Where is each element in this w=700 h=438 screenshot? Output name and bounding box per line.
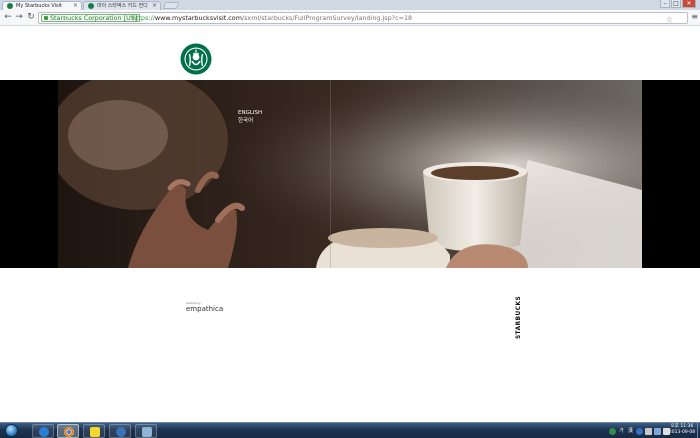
window-controls: – □ ✕ (660, 0, 696, 8)
browser-menu-icon[interactable]: ≡ (691, 12, 698, 21)
taskbar-chrome[interactable] (57, 424, 79, 438)
system-tray: 가 漢 (609, 424, 670, 438)
hero-banner: ENGLISH 한국어 (0, 80, 700, 268)
taskbar-internet-explorer[interactable] (32, 424, 54, 438)
page-content: ENGLISH 한국어 STARBUCKS powered by empathi… (0, 26, 700, 422)
bookmark-star-icon[interactable]: ☆ (666, 15, 673, 23)
forward-button[interactable]: → (14, 12, 24, 23)
tab-title: My Starbucks Visit (16, 3, 62, 9)
url-path: /sxml/starbucks/FullProgramSurvey/landin… (241, 14, 413, 22)
chrome-icon (64, 427, 74, 437)
ime-lang-indicator[interactable]: 가 (618, 428, 625, 435)
address-bar[interactable]: Starbucks Corporation [US] https://www.m… (38, 12, 688, 24)
help-icon[interactable] (636, 427, 643, 435)
settings-icon[interactable] (645, 427, 652, 435)
maximize-button[interactable]: □ (671, 0, 681, 8)
tab-title: 마이 스타벅스 키드 컨디 (97, 3, 148, 9)
close-tab-icon[interactable]: × (73, 2, 78, 10)
starbucks-wordmark: STARBUCKS (516, 283, 524, 339)
ev-certificate-badge[interactable]: Starbucks Corporation [US] (41, 14, 141, 22)
starbucks-favicon-icon (88, 3, 94, 9)
close-window-button[interactable]: ✕ (682, 0, 696, 8)
close-tab-icon[interactable]: × (152, 2, 157, 10)
new-tab-button[interactable] (162, 2, 180, 9)
reload-button[interactable]: ↻ (26, 12, 36, 23)
clock-date: 2013-09-08 (668, 430, 696, 435)
taskbar-kakaotalk[interactable] (83, 424, 105, 438)
ime-hanja-indicator[interactable]: 漢 (627, 428, 634, 435)
browser-toolbar: ← → ↻ Starbucks Corporation [US] https:/… (0, 10, 700, 26)
taskbar-media-player[interactable] (109, 424, 131, 438)
starbucks-logo (180, 43, 212, 75)
lock-icon (44, 16, 48, 20)
url-scheme: https:// (132, 14, 155, 22)
internet-explorer-icon (39, 427, 49, 437)
language-korean-link[interactable]: 한국어 (238, 117, 262, 125)
kakaotalk-icon (90, 427, 100, 437)
explorer-icon (142, 427, 152, 437)
minimize-button[interactable]: – (660, 0, 670, 8)
empathica-brand: empathica (186, 305, 224, 313)
tab-strip: My Starbucks Visit × 마이 스타벅스 키드 컨디 × – □… (0, 0, 700, 10)
taskbar-clock[interactable]: 오후 11:36 2013-09-08 (668, 424, 696, 436)
windows-logo-icon (5, 424, 18, 437)
network-icon[interactable] (609, 427, 616, 435)
media-player-icon (116, 427, 126, 437)
ev-certificate-label: Starbucks Corporation [US] (50, 14, 138, 22)
starbucks-favicon-icon (7, 3, 13, 9)
url-text: https://www.mystarbucksvisit.com/sxml/st… (132, 13, 412, 23)
empathica-logo: powered by empathica (186, 302, 223, 313)
start-button[interactable] (2, 423, 20, 438)
clock-period: 오후 (670, 424, 679, 429)
tab-korean-page[interactable]: 마이 스타벅스 키드 컨디 × (83, 1, 161, 10)
action-center-flag-icon[interactable] (654, 427, 661, 435)
windows-taskbar: 가 漢 오후 11:36 2013-09-08 (0, 422, 700, 438)
clock-time: 11:36 (680, 424, 694, 429)
hero-photo-coffee-hands (58, 80, 642, 268)
url-host: www.mystarbucksvisit.com (154, 14, 242, 22)
language-english-link[interactable]: ENGLISH (238, 109, 262, 117)
back-button[interactable]: ← (3, 12, 13, 23)
taskbar-explorer[interactable] (135, 424, 157, 438)
tab-my-starbucks-visit[interactable]: My Starbucks Visit × (2, 1, 82, 10)
starbucks-wordmark-text: STARBUCKS (516, 295, 522, 339)
language-selector: ENGLISH 한국어 (238, 109, 262, 125)
